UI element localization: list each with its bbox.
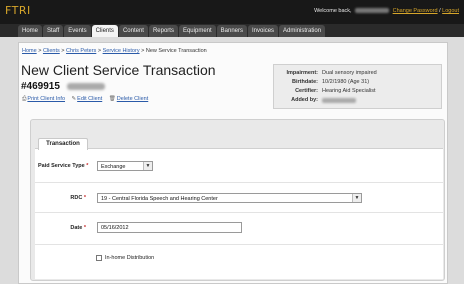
row-divider — [35, 244, 443, 245]
birthdate-row: Birthdate: 10/2/1980 (Age 31) — [274, 78, 441, 86]
edit-client-link[interactable]: ✎Edit Client — [72, 96, 103, 102]
certifier-row: Certifier: Hearing Aid Specialist — [274, 87, 441, 95]
paid-service-type-select[interactable]: Exchange ▼ — [97, 161, 153, 171]
birthdate-value: 10/2/1980 (Age 31) — [322, 79, 370, 85]
client-id-heading: #469915 — [21, 81, 105, 92]
breadcrumb-separator: > — [38, 48, 42, 54]
print-client-info-label: Print Client Info — [27, 96, 66, 102]
in-home-distribution-label: In-home Distribution — [105, 255, 155, 261]
paid-service-type-label: Paid Service Type * — [38, 163, 89, 169]
client-info-box: Impairment: Dual sensory impaired Birthd… — [273, 64, 442, 109]
breadcrumb-clients[interactable]: Clients — [43, 48, 60, 54]
paid-service-type-value: Exchange — [101, 164, 126, 170]
tab-reports[interactable]: Reports — [148, 25, 178, 37]
section-title: Transaction — [38, 138, 88, 150]
certifier-label: Certifier: — [295, 88, 318, 94]
breadcrumb: Home > Clients > Chris Peters > Service … — [22, 48, 207, 54]
print-client-info-link[interactable]: ⎙Print Client Info — [22, 96, 65, 102]
edit-client-label: Edit Client — [77, 96, 103, 102]
tab-equipment[interactable]: Equipment — [178, 25, 216, 37]
required-mark: * — [83, 195, 86, 201]
delete-client-link[interactable]: 🗑Delete Client — [109, 96, 148, 102]
paid-service-type-label-text: Paid Service Type — [38, 163, 85, 169]
page-title: New Client Service Transaction — [21, 62, 216, 78]
tab-banners[interactable]: Banners — [216, 25, 248, 37]
tab-clients[interactable]: Clients — [91, 25, 118, 37]
tab-home[interactable]: Home — [18, 25, 43, 37]
tab-invoices[interactable]: Invoices — [248, 25, 279, 37]
delete-client-label: Delete Client — [116, 96, 149, 102]
added-by-label: Added by: — [291, 97, 318, 103]
rdc-label-text: RDC — [70, 195, 83, 201]
breadcrumb-home[interactable]: Home — [22, 48, 37, 54]
breadcrumb-client-name[interactable]: Chris Peters — [66, 48, 96, 54]
required-mark: * — [83, 225, 86, 231]
in-home-distribution-checkbox[interactable] — [96, 255, 102, 261]
username-redacted — [355, 8, 390, 14]
required-mark: * — [86, 163, 89, 169]
added-by-row: Added by: — [274, 96, 441, 104]
date-label: Date * — [38, 225, 86, 231]
tab-events[interactable]: Events — [64, 25, 91, 37]
breadcrumb-service-history[interactable]: Service History — [103, 48, 140, 54]
breadcrumb-current: New Service Transaction — [145, 48, 207, 54]
welcome-text: Welcome back, — [314, 8, 352, 14]
welcome-area: Welcome back, Change Password / Logout — [314, 8, 459, 14]
app-brand: FTRI — [5, 4, 31, 17]
date-label-text: Date — [70, 225, 83, 231]
tab-content[interactable]: Content — [118, 25, 148, 37]
logout-link[interactable]: Logout — [442, 8, 459, 14]
pencil-icon: ✎ — [71, 96, 77, 102]
tab-staff[interactable]: Staff — [43, 25, 64, 37]
trash-icon: 🗑 — [108, 96, 116, 102]
client-actions: ⎙Print Client Info ✎Edit Client 🗑Delete … — [22, 96, 153, 103]
tab-administration[interactable]: Administration — [279, 25, 326, 37]
header-separator: / — [439, 8, 441, 14]
main-nav-tabs: Home Staff Events Clients Content Report… — [18, 25, 326, 37]
impairment-value: Dual sensory impaired — [322, 70, 377, 76]
row-divider — [35, 182, 443, 183]
breadcrumb-separator: > — [141, 48, 145, 54]
breadcrumb-separator: > — [97, 48, 102, 54]
breadcrumb-separator: > — [61, 48, 65, 54]
impairment-row: Impairment: Dual sensory impaired — [274, 69, 441, 77]
chevron-down-icon: ▼ — [352, 194, 361, 202]
rdc-label: RDC * — [38, 195, 86, 201]
rdc-value: 19 - Central Florida Speech and Hearing … — [101, 196, 218, 202]
birthdate-label: Birthdate: — [292, 79, 318, 85]
chevron-down-icon: ▼ — [143, 162, 152, 170]
date-input[interactable]: 05/16/2012 — [97, 222, 242, 233]
print-icon: ⎙ — [22, 96, 27, 102]
top-bar: FTRI Welcome back, Change Password / Log… — [0, 0, 464, 24]
row-divider — [35, 212, 443, 213]
added-by-redacted — [322, 98, 356, 103]
impairment-label: Impairment: — [286, 70, 318, 76]
certifier-value: Hearing Aid Specialist — [322, 88, 376, 94]
client-name-redacted — [66, 82, 105, 90]
client-number: #469915 — [21, 81, 60, 92]
rdc-select[interactable]: 19 - Central Florida Speech and Hearing … — [97, 193, 362, 203]
change-password-link[interactable]: Change Password — [393, 8, 438, 14]
